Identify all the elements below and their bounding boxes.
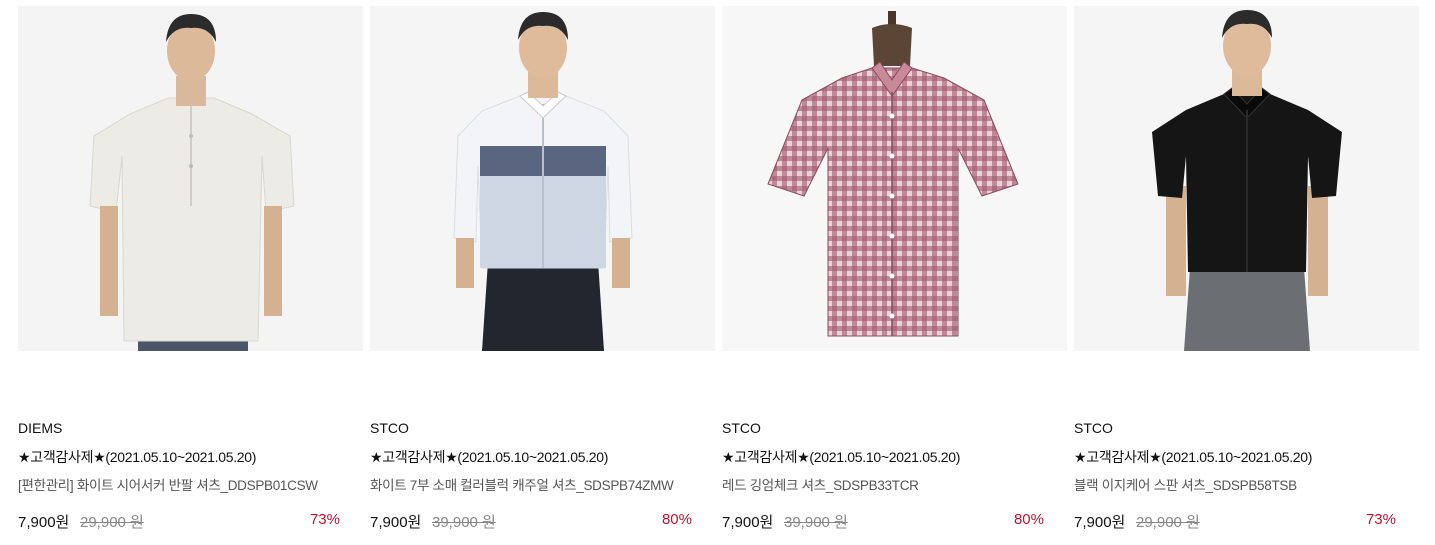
price-row: 7,900원 39,900 원 80% bbox=[722, 511, 1044, 535]
product-image[interactable] bbox=[18, 6, 363, 351]
product-event-label: ★고객감사제★(2021.05.10~2021.05.20) bbox=[370, 449, 609, 465]
product-event-label: ★고객감사제★(2021.05.10~2021.05.20) bbox=[18, 449, 257, 465]
product-image[interactable] bbox=[370, 6, 715, 351]
product-brand: STCO bbox=[370, 420, 409, 436]
discount-rate: 73% bbox=[309, 511, 340, 528]
original-price: 29,900 원 bbox=[80, 514, 144, 531]
product-card[interactable]: STCO ★고객감사제★(2021.05.10~2021.05.20) 화이트 … bbox=[370, 6, 715, 545]
product-event-label: ★고객감사제★(2021.05.10~2021.05.20) bbox=[1074, 449, 1313, 465]
discount-rate: 73% bbox=[1365, 511, 1396, 528]
mannequin-gingham-shirt-image bbox=[722, 6, 1067, 351]
original-price: 39,900 원 bbox=[432, 514, 496, 531]
product-card[interactable]: STCO ★고객감사제★(2021.05.10~2021.05.20) 블랙 이… bbox=[1074, 6, 1419, 545]
product-grid: DIEMS ★고객감사제★(2021.05.10~2021.05.20) [편한… bbox=[18, 6, 1420, 545]
product-brand: STCO bbox=[722, 420, 761, 436]
product-name[interactable]: [편한관리] 화이트 시어서커 반팔 셔츠_DDSPB01CSW bbox=[18, 474, 318, 494]
sale-price: 7,900원 bbox=[370, 514, 422, 531]
price-row: 7,900원 29,900 원 73% bbox=[18, 511, 340, 535]
price-row: 7,900원 39,900 원 80% bbox=[370, 511, 692, 535]
model-black-shirt-image bbox=[1074, 6, 1419, 351]
price-row: 7,900원 29,900 원 73% bbox=[1074, 511, 1396, 535]
product-name[interactable]: 화이트 7부 소매 컬러블럭 캐주얼 셔츠_SDSPB74ZMW bbox=[370, 474, 674, 494]
model-white-shirt-image bbox=[18, 6, 363, 351]
product-name[interactable]: 레드 깅엄체크 셔츠_SDSPB33TCR bbox=[722, 474, 919, 494]
sale-price: 7,900원 bbox=[1074, 514, 1126, 531]
product-event-label: ★고객감사제★(2021.05.10~2021.05.20) bbox=[722, 449, 961, 465]
original-price: 39,900 원 bbox=[784, 514, 848, 531]
product-brand: DIEMS bbox=[18, 420, 63, 436]
product-card[interactable]: STCO ★고객감사제★(2021.05.10~2021.05.20) 레드 깅… bbox=[722, 6, 1067, 545]
product-image[interactable] bbox=[722, 6, 1067, 351]
sale-price: 7,900원 bbox=[18, 514, 70, 531]
product-brand: STCO bbox=[1074, 420, 1113, 436]
product-name[interactable]: 블랙 이지케어 스판 셔츠_SDSPB58TSB bbox=[1074, 474, 1297, 494]
discount-rate: 80% bbox=[1013, 511, 1044, 528]
model-colorblock-shirt-image bbox=[370, 6, 715, 351]
product-image[interactable] bbox=[1074, 6, 1419, 351]
discount-rate: 80% bbox=[661, 511, 692, 528]
original-price: 29,900 원 bbox=[1136, 514, 1200, 531]
sale-price: 7,900원 bbox=[722, 514, 774, 531]
product-card[interactable]: DIEMS ★고객감사제★(2021.05.10~2021.05.20) [편한… bbox=[18, 6, 363, 545]
